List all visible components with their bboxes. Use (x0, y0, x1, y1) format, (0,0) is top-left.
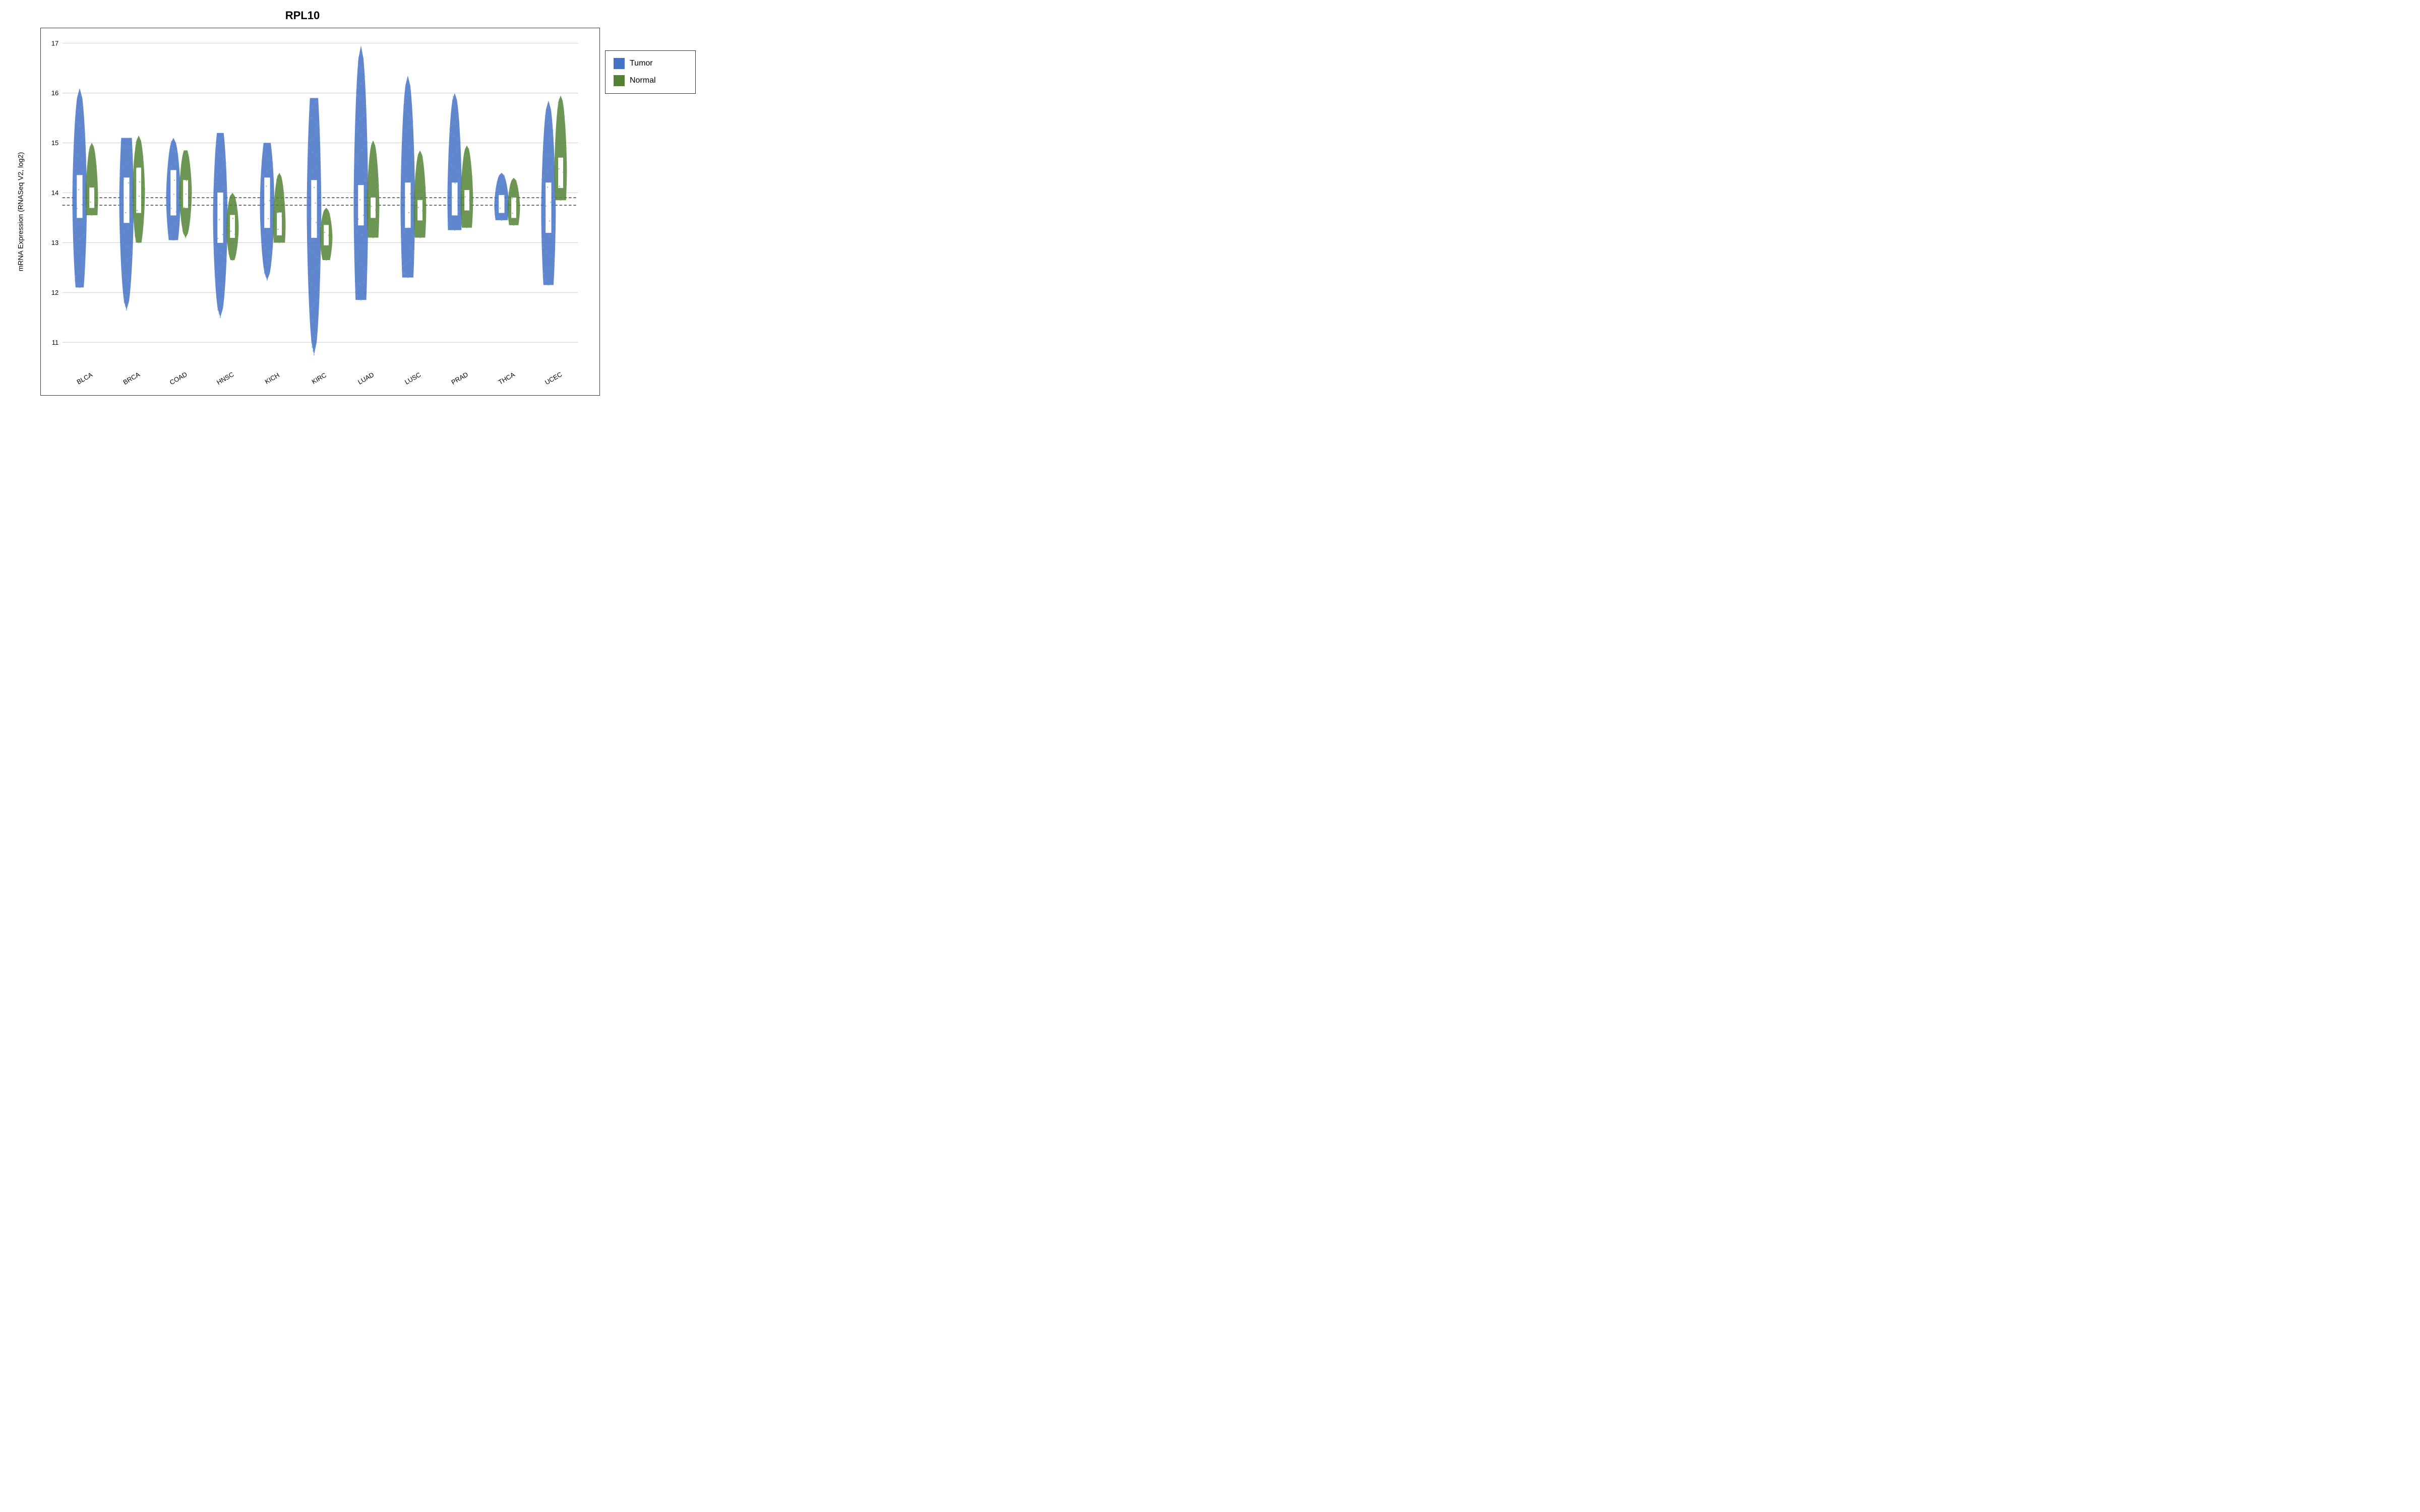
chart-title: RPL10 (0, 9, 605, 22)
legend-box-normal (614, 75, 625, 86)
svg-text:LUSC: LUSC (403, 371, 422, 386)
svg-text:15: 15 (51, 139, 58, 147)
legend-item-tumor: Tumor (614, 58, 687, 69)
svg-text:KICH: KICH (264, 371, 281, 385)
svg-text:16: 16 (51, 89, 58, 97)
svg-text:14: 14 (51, 189, 58, 197)
svg-text:17: 17 (51, 39, 58, 47)
svg-text:LUAD: LUAD (356, 371, 375, 386)
legend-label-tumor: Tumor (630, 59, 653, 68)
svg-text:12: 12 (51, 289, 58, 296)
y-axis-label: mRNA Expression (RNASeq V2, log2) (0, 28, 40, 396)
svg-text:BLCA: BLCA (75, 371, 94, 386)
svg-text:UCEC: UCEC (543, 370, 563, 386)
svg-text:THCA: THCA (497, 370, 516, 386)
violin-plot: 11 12 13 14 15 16 17 BLCA BRCA COAD HNSC KICH KIRC LU… (41, 28, 599, 395)
svg-text:13: 13 (51, 239, 58, 246)
legend: Tumor Normal (605, 50, 696, 94)
chart-container: RPL10 mRNA Expression (RNASeq V2, log2) … (0, 0, 706, 441)
legend-item-normal: Normal (614, 75, 687, 86)
svg-text:PRAD: PRAD (450, 370, 469, 386)
legend-box-tumor (614, 58, 625, 69)
svg-text:COAD: COAD (168, 370, 189, 387)
legend-label-normal: Normal (630, 76, 656, 85)
svg-text:KIRC: KIRC (311, 371, 328, 385)
svg-text:BRCA: BRCA (122, 370, 142, 386)
svg-text:HNSC: HNSC (215, 370, 235, 386)
svg-text:11: 11 (52, 339, 58, 346)
chart-area: 11 12 13 14 15 16 17 BLCA BRCA COAD HNSC KICH KIRC LU… (40, 28, 600, 396)
